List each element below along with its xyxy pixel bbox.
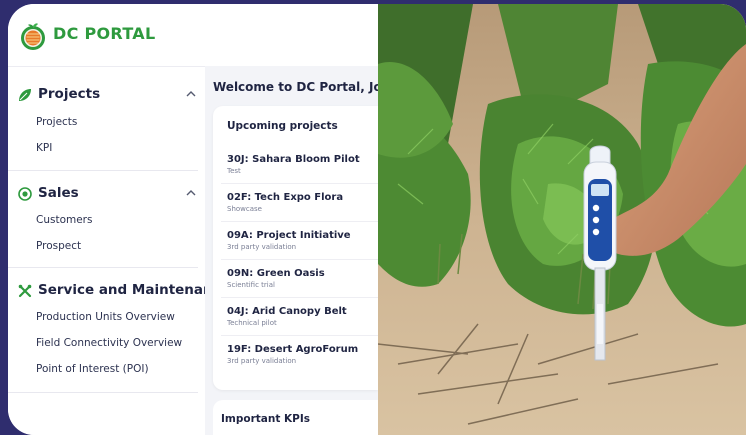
- list-divider: [221, 259, 378, 260]
- sidebar-item-poi[interactable]: Point of Interest (POI): [36, 363, 149, 375]
- project-type: Showcase: [227, 205, 262, 213]
- project-type: 3rd party validation: [227, 357, 297, 365]
- project-name: 02F: Tech Expo Flora: [227, 192, 344, 203]
- project-name: 19F: Desert AgroForum: [227, 344, 359, 355]
- card-title: Important KPIs: [221, 413, 310, 425]
- field-photo: [378, 4, 746, 435]
- list-divider: [221, 297, 378, 298]
- project-name: 04J: Arid Canopy Belt: [227, 306, 347, 317]
- brand-bar: DC PORTAL: [8, 4, 378, 67]
- main-content: Welcome to DC Portal, Joe! Upcoming proj…: [205, 66, 395, 435]
- sidebar-section-service: Service and Maintenance Production Units…: [8, 268, 230, 398]
- project-item[interactable]: 09N: Green Oasis Scientific trial: [227, 268, 378, 289]
- portal-app: DC PORTAL Projects Projects KPI Sales Cu…: [8, 4, 395, 435]
- project-name: 09A: Project Initiative: [227, 230, 351, 241]
- sidebar-item-field-connectivity[interactable]: Field Connectivity Overview: [36, 337, 182, 349]
- sidebar-item-customers[interactable]: Customers: [36, 214, 92, 226]
- sidebar-section-title: Projects: [38, 86, 101, 102]
- sidebar-item-kpi[interactable]: KPI: [36, 142, 52, 154]
- brand-name[interactable]: DC PORTAL: [53, 24, 155, 43]
- sidebar-header-projects[interactable]: Projects: [18, 86, 198, 106]
- project-name: 09N: Green Oasis: [227, 268, 325, 279]
- sidebar-item-prospect[interactable]: Prospect: [36, 240, 81, 252]
- chevron-up-icon[interactable]: [186, 89, 196, 99]
- sidebar-section-title: Sales: [38, 185, 79, 201]
- sidebar-header-service[interactable]: Service and Maintenance: [18, 282, 230, 302]
- target-icon: [18, 187, 32, 201]
- project-type: Scientific trial: [227, 281, 275, 289]
- project-item[interactable]: 30J: Sahara Bloom Pilot Test: [227, 154, 378, 175]
- project-type: Technical pilot: [227, 319, 277, 327]
- list-divider: [221, 335, 378, 336]
- card-title: Upcoming projects: [227, 120, 338, 132]
- project-type: Test: [227, 167, 241, 175]
- sidebar-item-projects[interactable]: Projects: [36, 116, 77, 128]
- project-item[interactable]: 19F: Desert AgroForum 3rd party validati…: [227, 344, 378, 365]
- sidebar-section-title: Service and Maintenance: [38, 282, 230, 298]
- portal-frame: DC PORTAL Projects Projects KPI Sales Cu…: [8, 4, 746, 435]
- tools-icon: [18, 284, 32, 298]
- sidebar-divider: [8, 392, 198, 393]
- leaf-icon: [19, 89, 31, 101]
- important-kpis-card: Important KPIs: [213, 400, 378, 435]
- dc-portal-logo-icon[interactable]: [18, 21, 48, 51]
- project-type: 3rd party validation: [227, 243, 297, 251]
- project-item[interactable]: 02F: Tech Expo Flora Showcase: [227, 192, 378, 213]
- chevron-up-icon[interactable]: [186, 188, 196, 198]
- field-photo-image: [378, 4, 746, 435]
- sidebar-section-projects: Projects Projects KPI: [8, 66, 205, 171]
- list-divider: [221, 221, 378, 222]
- project-item[interactable]: 09A: Project Initiative 3rd party valida…: [227, 230, 378, 251]
- project-name: 30J: Sahara Bloom Pilot: [227, 154, 360, 165]
- list-divider: [221, 183, 378, 184]
- welcome-heading: Welcome to DC Portal, Joe!: [213, 80, 396, 94]
- upcoming-projects-card: Upcoming projects 30J: Sahara Bloom Pilo…: [213, 106, 378, 390]
- sidebar-item-production-units[interactable]: Production Units Overview: [36, 311, 175, 323]
- sidebar: Projects Projects KPI Sales Customers Pr…: [8, 66, 230, 435]
- sidebar-header-sales[interactable]: Sales: [18, 185, 198, 205]
- sidebar-section-sales: Sales Customers Prospect: [8, 171, 205, 267]
- project-item[interactable]: 04J: Arid Canopy Belt Technical pilot: [227, 306, 378, 327]
